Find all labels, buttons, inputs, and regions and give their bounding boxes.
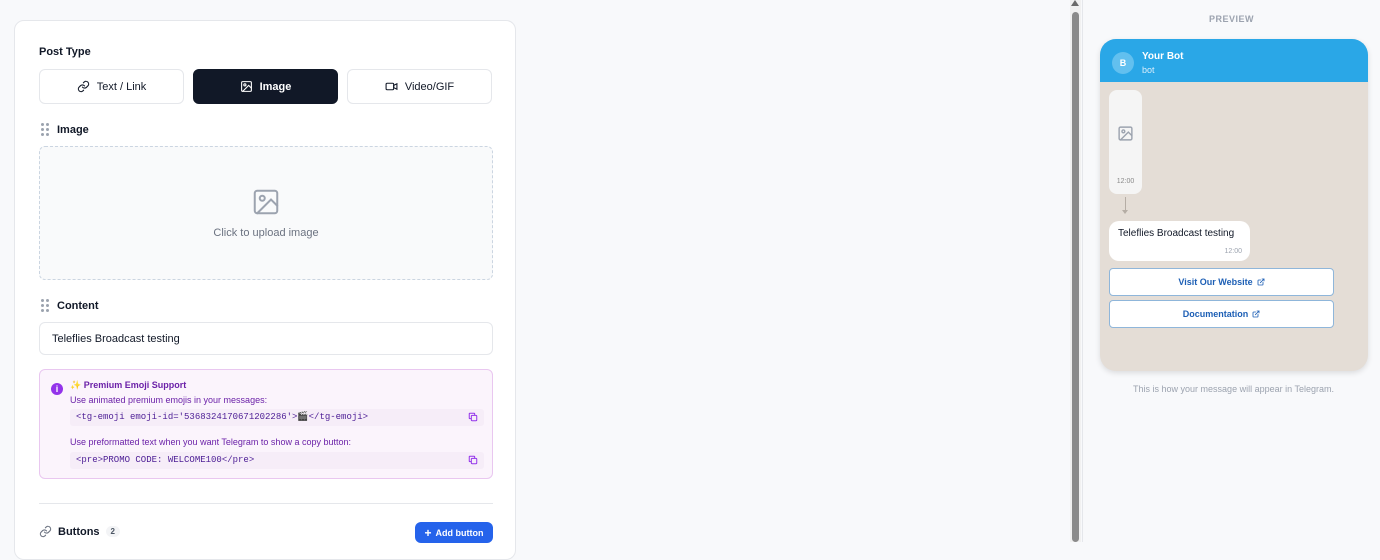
buttons-section-title: Buttons bbox=[58, 525, 100, 538]
preview-caption: This is how your message will appear in … bbox=[1133, 384, 1334, 394]
external-link-icon bbox=[1252, 310, 1260, 318]
image-message-time: 12:00 bbox=[1116, 178, 1135, 185]
copy-icon[interactable] bbox=[468, 412, 478, 422]
plus-icon: + bbox=[424, 525, 432, 540]
video-icon bbox=[385, 82, 398, 91]
image-section-title: Image bbox=[57, 123, 89, 136]
preview-divider bbox=[1082, 0, 1083, 542]
drag-handle-icon[interactable] bbox=[41, 123, 49, 136]
inline-button-visit-website[interactable]: Visit Our Website bbox=[1109, 268, 1334, 296]
external-link-icon bbox=[1257, 278, 1265, 286]
emoji-code-text: <tg-emoji emoji-id='5368324170671202286'… bbox=[76, 412, 369, 422]
inline-button-label: Visit Our Website bbox=[1178, 277, 1253, 287]
drag-handle-icon[interactable] bbox=[41, 299, 49, 312]
pre-code-text: <pre>PROMO CODE: WELCOME100</pre> bbox=[76, 455, 255, 465]
scroll-up-arrow-icon[interactable] bbox=[1071, 0, 1079, 6]
message-text: Teleflies Broadcast testing bbox=[1118, 228, 1235, 239]
link-icon bbox=[39, 525, 52, 538]
content-input[interactable] bbox=[39, 322, 493, 355]
link-icon bbox=[77, 80, 89, 93]
post-type-image-button[interactable]: Image bbox=[193, 69, 338, 104]
bot-name: Your Bot bbox=[1142, 51, 1184, 62]
image-upload-dropzone[interactable]: Click to upload image bbox=[39, 146, 493, 280]
post-editor-card: Post Type Text / Link Image Video/GIF Im… bbox=[14, 20, 516, 560]
add-button-label: Add button bbox=[435, 527, 484, 538]
premium-emoji-info-box: i ✨ Premium Emoji Support Use animated p… bbox=[39, 369, 493, 479]
post-type-text-link-label: Text / Link bbox=[96, 80, 147, 93]
info-icon: i bbox=[51, 383, 63, 395]
buttons-count-badge: 2 bbox=[105, 526, 120, 537]
scrollbar-thumb[interactable] bbox=[1072, 12, 1079, 542]
bot-avatar: B bbox=[1112, 52, 1134, 74]
telegram-preview-phone: B Your Bot bot 12:00 Teleflies Broadcast… bbox=[1100, 39, 1368, 371]
content-section-header: Content bbox=[41, 299, 99, 312]
preview-label: PREVIEW bbox=[1208, 14, 1254, 24]
pre-code-snippet: <pre>PROMO CODE: WELCOME100</pre> bbox=[70, 452, 484, 469]
post-type-image-label: Image bbox=[259, 80, 292, 93]
arrow-head-icon bbox=[1122, 210, 1128, 214]
upload-hint: Click to upload image bbox=[213, 227, 319, 239]
post-type-label: Post Type bbox=[39, 46, 91, 58]
section-divider bbox=[39, 503, 493, 504]
inline-button-documentation[interactable]: Documentation bbox=[1109, 300, 1334, 328]
post-type-text-link-button[interactable]: Text / Link bbox=[39, 69, 184, 104]
emoji-code-snippet: <tg-emoji emoji-id='5368324170671202286'… bbox=[70, 409, 484, 426]
arrow-down-icon bbox=[1125, 197, 1126, 211]
copy-icon[interactable] bbox=[468, 455, 478, 465]
post-type-video-button[interactable]: Video/GIF bbox=[347, 69, 492, 104]
image-placeholder-icon bbox=[1118, 126, 1133, 141]
bot-subtitle: bot bbox=[1142, 65, 1155, 75]
emoji-box-line1: Use animated premium emojis in your mess… bbox=[70, 395, 268, 405]
post-type-video-label: Video/GIF bbox=[404, 80, 455, 93]
message-time: 12:00 bbox=[1224, 248, 1242, 255]
text-message-bubble: Teleflies Broadcast testing 12:00 bbox=[1109, 221, 1250, 261]
image-placeholder-icon bbox=[253, 189, 279, 215]
content-section-title: Content bbox=[57, 299, 99, 312]
buttons-section-header: Buttons 2 bbox=[39, 525, 120, 538]
image-section-header: Image bbox=[41, 123, 89, 136]
emoji-box-title: ✨ Premium Emoji Support bbox=[70, 380, 187, 390]
chat-header: B Your Bot bot bbox=[1100, 39, 1368, 82]
inline-button-label: Documentation bbox=[1182, 309, 1249, 319]
image-icon bbox=[240, 81, 252, 92]
add-button-button[interactable]: + Add button bbox=[415, 522, 493, 543]
emoji-box-line2: Use preformatted text when you want Tele… bbox=[70, 437, 351, 447]
